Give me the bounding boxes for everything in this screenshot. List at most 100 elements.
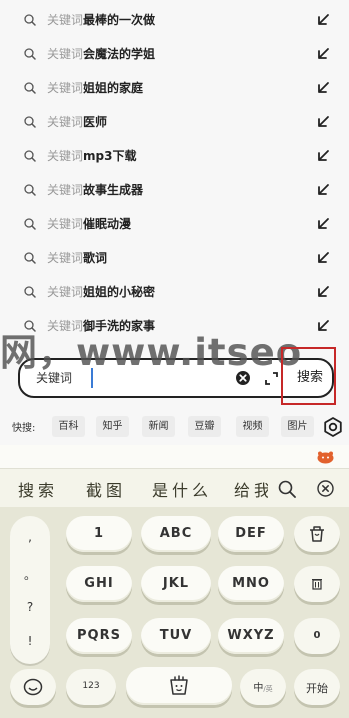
key-0[interactable]: 0 (294, 618, 340, 654)
suggestion-prefix: 关键词 (47, 47, 84, 61)
fill-arrow-icon[interactable] (316, 285, 330, 299)
suggestion-text: 关键词姐姐的小秘密 (47, 284, 155, 300)
trash-icon (312, 579, 322, 590)
quick-chip[interactable]: 图片 (281, 416, 314, 437)
quick-search-label: 快搜: (12, 423, 36, 434)
close-icon[interactable] (317, 480, 334, 497)
space-key[interactable] (126, 667, 232, 705)
suggestion-text: 关键词故事生成器 (47, 182, 143, 198)
suggestion-keyword: 御手洗的家事 (83, 319, 156, 333)
fill-arrow-icon[interactable] (316, 149, 330, 163)
suggestion-keyword: 姐姐的家庭 (83, 81, 144, 95)
search-icon (24, 320, 36, 332)
suggestion-keyword: 最棒的一次做 (83, 13, 156, 27)
suggestion-item[interactable]: 关键词医师 (0, 105, 349, 139)
punct-key[interactable]: ? (10, 600, 50, 614)
suggestion-item[interactable]: 关键词御手洗的家事 (0, 309, 349, 343)
suggestion-prefix: 关键词 (47, 115, 84, 129)
suggestion-item[interactable]: 关键词催眠动漫 (0, 207, 349, 241)
delete-key[interactable] (294, 516, 340, 552)
candidate-bar: 搜索 截图 是什么 给我 (0, 469, 349, 507)
fill-arrow-icon[interactable] (316, 47, 330, 61)
fill-arrow-icon[interactable] (316, 217, 330, 231)
fill-arrow-icon[interactable] (316, 81, 330, 95)
quick-chip[interactable]: 百科 (52, 416, 85, 437)
candidate-word[interactable]: 给我 (234, 477, 268, 501)
fill-arrow-icon[interactable] (316, 183, 330, 197)
quick-chip[interactable]: 新闻 (142, 416, 175, 437)
delete-icon (310, 526, 324, 542)
suggestion-prefix: 关键词 (47, 81, 84, 95)
suggestion-text: 关键词歌词 (47, 250, 107, 266)
key-abc[interactable]: ABC (141, 516, 211, 552)
suggestion-text: 关键词会魔法的学姐 (47, 46, 155, 62)
fill-arrow-icon[interactable] (316, 251, 330, 265)
suggestion-item[interactable]: 关键词歌词 (0, 241, 349, 275)
suggestion-item[interactable]: 关键词故事生成器 (0, 173, 349, 207)
quick-chip[interactable]: 豆瓣 (188, 416, 221, 437)
gear-icon[interactable] (323, 417, 343, 437)
key-ghi[interactable]: GHI (66, 566, 132, 602)
key-mno[interactable]: MNO (218, 566, 284, 602)
search-icon (24, 184, 36, 196)
suggestion-text: 关键词医师 (47, 114, 107, 130)
key-1[interactable]: 1 (66, 516, 132, 552)
fill-arrow-icon[interactable] (316, 319, 330, 333)
candidate-word[interactable]: 截图 (86, 477, 126, 501)
suggestion-keyword: 姐姐的小秘密 (83, 285, 156, 299)
search-input[interactable]: 关键词 (36, 369, 72, 387)
punct-key[interactable]: ! (10, 634, 50, 648)
suggestion-keyword: 催眠动漫 (83, 217, 132, 231)
suggestion-text: 关键词最棒的一次做 (47, 12, 155, 28)
suggestion-item[interactable]: 关键词最棒的一次做 (0, 3, 349, 37)
punct-key[interactable]: 。 (10, 566, 50, 583)
keyboard-logo-icon[interactable] (317, 451, 334, 464)
suggestion-item[interactable]: 关键词mp3下载 (0, 139, 349, 173)
search-icon (24, 14, 36, 26)
search-icon (24, 116, 36, 128)
search-icon (24, 286, 36, 298)
suggestion-keyword: mp3下载 (83, 149, 137, 163)
suggestion-prefix: 关键词 (47, 13, 84, 27)
search-icon (24, 252, 36, 264)
search-icon (24, 150, 36, 162)
key-jkl[interactable]: JKL (141, 566, 211, 602)
search-icon (24, 218, 36, 230)
key-pqrs[interactable]: PQRS (66, 618, 132, 654)
text-cursor (91, 368, 93, 388)
punctuation-column[interactable]: , 。 ? ! (10, 516, 50, 664)
number-key[interactable]: 123 (66, 669, 116, 705)
quick-chip[interactable]: 视频 (236, 416, 269, 437)
suggestion-prefix: 关键词 (47, 149, 84, 163)
suggestion-text: 关键词御手洗的家事 (47, 318, 155, 334)
search-icon (24, 82, 36, 94)
quick-chip[interactable]: 知乎 (96, 416, 129, 437)
emoji-key[interactable] (10, 669, 56, 705)
suggestion-item[interactable]: 关键词姐姐的家庭 (0, 71, 349, 105)
key-wxyz[interactable]: WXYZ (218, 618, 284, 654)
search-icon (24, 48, 36, 60)
suggestion-list: 关键词最棒的一次做 关键词会魔法的学姐 关键词姐姐的家庭 关键词医师 关键词mp3下载关… (0, 0, 349, 342)
suggestion-item[interactable]: 关键词姐姐的小秘密 (0, 275, 349, 309)
fill-arrow-icon[interactable] (316, 115, 330, 129)
candidate-word[interactable]: 是什么 (152, 477, 212, 501)
keyboard: 搜索 截图 是什么 给我 , 。 ? ! 1 ABC DEF GHI JKL M… (0, 445, 349, 718)
highlight-box (281, 347, 336, 405)
suggestion-keyword: 歌词 (83, 251, 108, 265)
clear-icon[interactable] (236, 371, 250, 385)
lang-sub-label: /英 (263, 685, 273, 693)
enter-key[interactable]: 开始 (294, 669, 340, 705)
language-switch-key[interactable]: 中/英 (240, 669, 286, 705)
suggestion-item[interactable]: 关键词会魔法的学姐 (0, 37, 349, 71)
expand-icon[interactable] (265, 372, 278, 385)
suggestion-keyword: 故事生成器 (83, 183, 144, 197)
punct-key[interactable]: , (10, 530, 50, 544)
key-tuv[interactable]: TUV (141, 618, 211, 654)
clear-key[interactable] (294, 566, 340, 602)
key-def[interactable]: DEF (218, 516, 284, 552)
suggestion-text: 关键词催眠动漫 (47, 216, 131, 232)
candidate-word[interactable]: 搜索 (18, 477, 58, 501)
suggestion-prefix: 关键词 (47, 251, 84, 265)
fill-arrow-icon[interactable] (316, 13, 330, 27)
search-icon[interactable] (278, 480, 296, 498)
